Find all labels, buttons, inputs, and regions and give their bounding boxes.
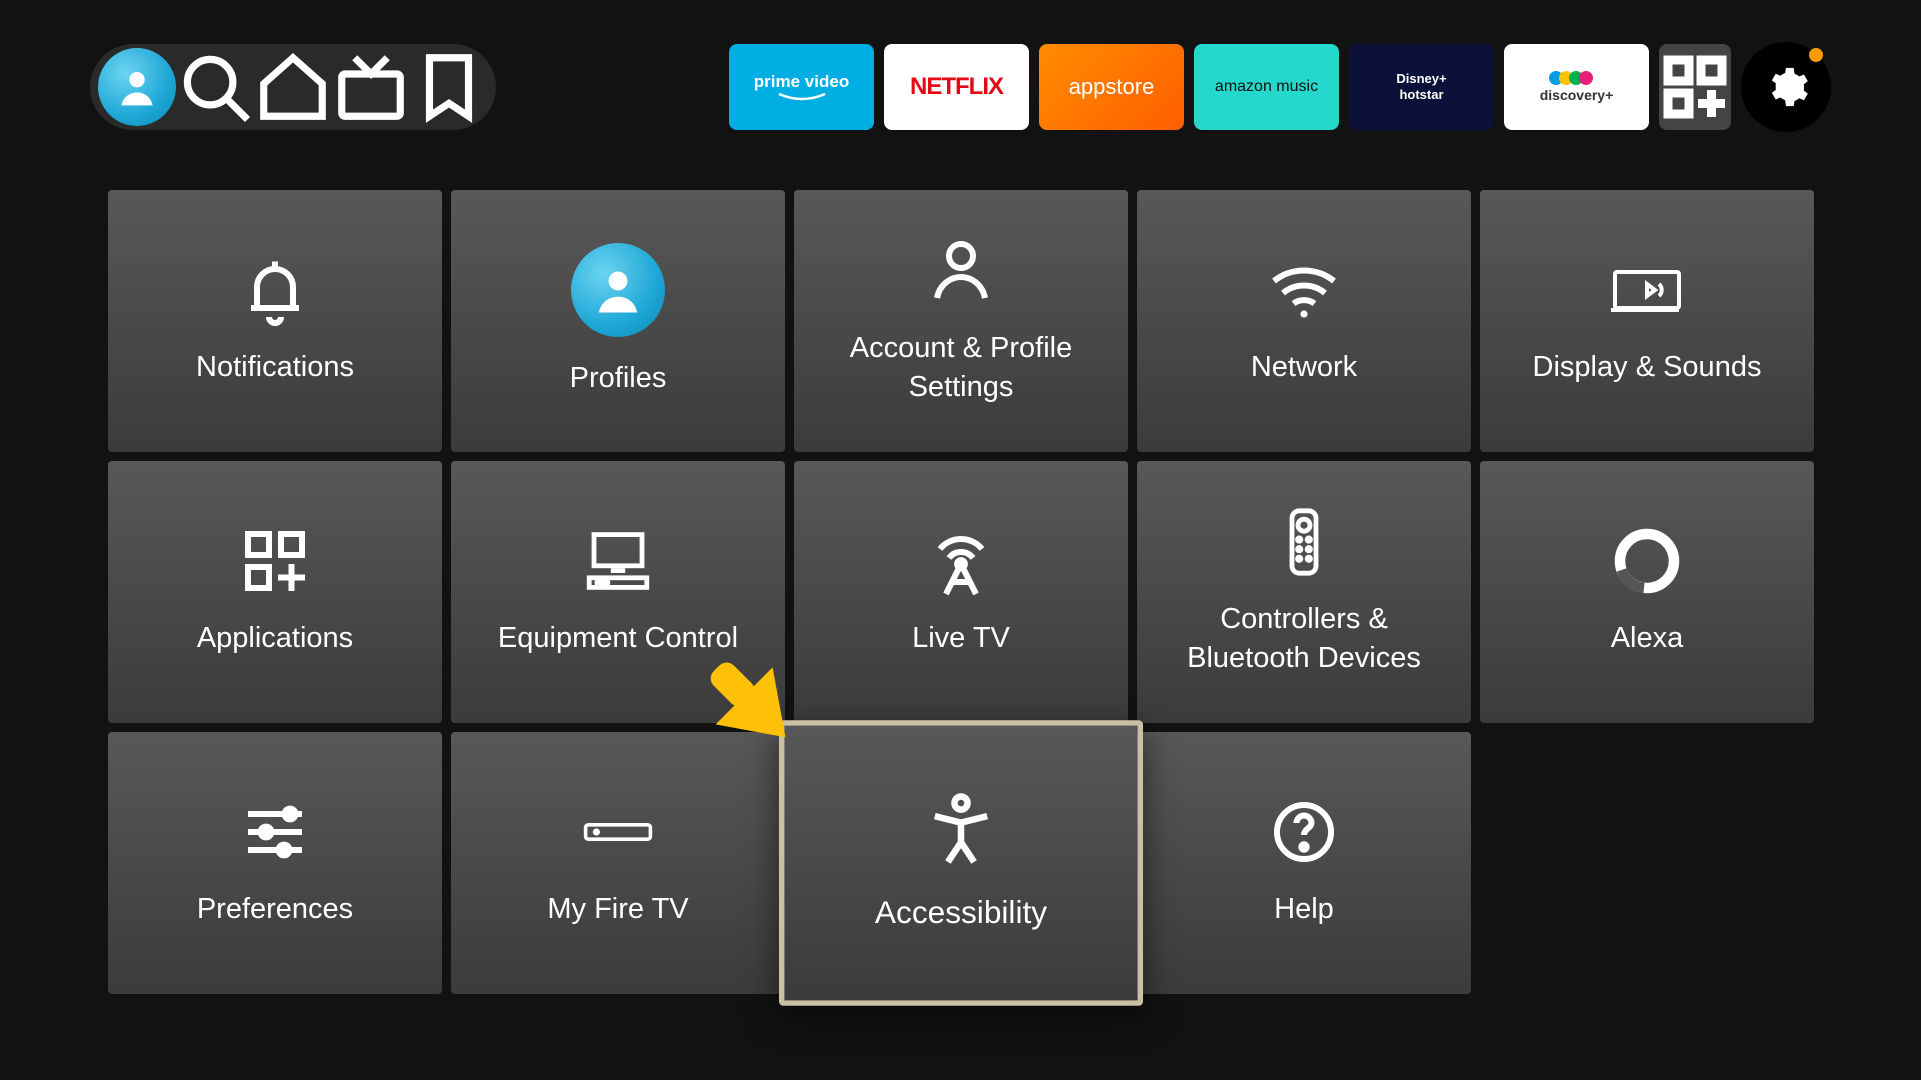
- discovery-label: discovery+: [1540, 87, 1614, 103]
- tv-icon: [332, 48, 410, 126]
- help-icon: [1264, 796, 1344, 868]
- disney-hotstar-app-tile[interactable]: Disney+ hotstar: [1349, 44, 1494, 130]
- person-outline-icon: [921, 235, 1001, 307]
- tile-label: Accessibility: [875, 893, 1047, 936]
- amazon-music-label: amazon music: [1215, 78, 1318, 96]
- apps-grid-button[interactable]: [1659, 44, 1731, 130]
- settings-tile-alexa[interactable]: Alexa: [1480, 461, 1814, 723]
- firetv-device-icon: [578, 796, 658, 868]
- equipment-icon: [578, 525, 658, 597]
- settings-tile-accessibility[interactable]: Accessibility: [779, 720, 1143, 1006]
- live-tv-button[interactable]: [332, 48, 410, 126]
- tile-label: Help: [1274, 890, 1334, 929]
- tile-label: Live TV: [912, 619, 1010, 658]
- top-navigation-bar: prime video NETFLIX appstore amazon musi…: [90, 44, 1831, 130]
- appstore-app-tile[interactable]: appstore: [1039, 44, 1184, 130]
- bell-icon: [235, 254, 315, 326]
- apps-grid-add-icon: [1659, 51, 1731, 123]
- settings-tile-equipment[interactable]: Equipment Control: [451, 461, 785, 723]
- settings-tile-notifications[interactable]: Notifications: [108, 190, 442, 452]
- settings-button[interactable]: [1741, 42, 1831, 132]
- display-sound-icon: [1607, 254, 1687, 326]
- discovery-logo-icon: [1549, 71, 1605, 85]
- bookmark-button[interactable]: [410, 48, 488, 126]
- settings-tile-display[interactable]: Display & Sounds: [1480, 190, 1814, 452]
- profile-avatar-button[interactable]: [98, 48, 176, 126]
- settings-tile-preferences[interactable]: Preferences: [108, 732, 442, 994]
- tile-label: Controllers & Bluetooth Devices: [1164, 600, 1444, 678]
- amazon-music-app-tile[interactable]: amazon music: [1194, 44, 1339, 130]
- tile-label: Network: [1251, 348, 1357, 387]
- wifi-icon: [1264, 254, 1344, 326]
- top-nav-right-group: prime video NETFLIX appstore amazon musi…: [729, 42, 1831, 132]
- tile-label: Notifications: [196, 348, 354, 387]
- tile-label: Applications: [197, 619, 353, 658]
- remote-icon: [1264, 506, 1344, 578]
- tile-label: My Fire TV: [547, 890, 688, 929]
- settings-tile-controllers[interactable]: Controllers & Bluetooth Devices: [1137, 461, 1471, 723]
- tile-label: Profiles: [570, 359, 667, 398]
- appstore-label: appstore: [1069, 74, 1155, 100]
- settings-tile-profiles[interactable]: Profiles: [451, 190, 785, 452]
- home-icon: [254, 48, 332, 126]
- settings-tile-myfiretv[interactable]: My Fire TV: [451, 732, 785, 994]
- accessibility-icon: [917, 790, 1004, 868]
- settings-tile-help[interactable]: Help: [1137, 732, 1471, 994]
- tile-label: Account & Profile Settings: [821, 329, 1101, 407]
- settings-tile-applications[interactable]: Applications: [108, 461, 442, 723]
- prime-smile-icon: [777, 92, 827, 102]
- notification-dot-icon: [1809, 48, 1823, 62]
- tile-label: Preferences: [197, 890, 353, 929]
- prime-video-label: prime video: [754, 72, 849, 92]
- alexa-ring-icon: [1607, 525, 1687, 597]
- search-button[interactable]: [176, 48, 254, 126]
- search-icon: [176, 48, 254, 126]
- tile-label: Equipment Control: [498, 619, 738, 658]
- apps-add-icon: [235, 525, 315, 597]
- gear-icon: [1763, 64, 1809, 110]
- person-icon: [115, 65, 159, 109]
- profile-avatar-icon: [571, 243, 665, 337]
- settings-tile-account[interactable]: Account & Profile Settings: [794, 190, 1128, 452]
- disney-hotstar-label-bottom: hotstar: [1399, 87, 1443, 103]
- disney-hotstar-label-top: Disney+: [1396, 71, 1446, 87]
- prime-video-app-tile[interactable]: prime video: [729, 44, 874, 130]
- home-button[interactable]: [254, 48, 332, 126]
- settings-tile-livetv[interactable]: Live TV: [794, 461, 1128, 723]
- discovery-plus-app-tile[interactable]: discovery+: [1504, 44, 1649, 130]
- top-nav-left-group: [90, 44, 496, 130]
- sliders-icon: [235, 796, 315, 868]
- settings-tile-network[interactable]: Network: [1137, 190, 1471, 452]
- settings-grid: Notifications Profiles Account & Profile…: [108, 190, 1813, 994]
- tile-label: Display & Sounds: [1533, 348, 1762, 387]
- live-tv-antenna-icon: [921, 525, 1001, 597]
- bookmark-icon: [410, 48, 488, 126]
- tile-label: Alexa: [1611, 619, 1684, 658]
- netflix-app-tile[interactable]: NETFLIX: [884, 44, 1029, 130]
- netflix-label: NETFLIX: [910, 73, 1003, 101]
